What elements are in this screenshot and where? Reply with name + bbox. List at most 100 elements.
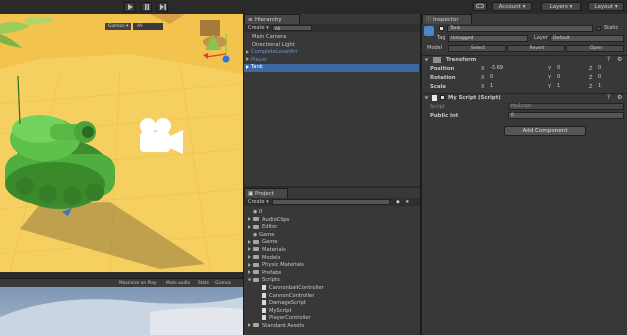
hierarchy-item-main-camera[interactable]: Main Camera: [252, 34, 417, 42]
project-toolbar: Create ▾ ◆ ★: [244, 198, 420, 206]
hierarchy-item-tank[interactable]: Tank: [244, 64, 419, 72]
layer-dropdown[interactable]: Default: [550, 35, 624, 42]
pause-icon: [144, 4, 149, 10]
project-create-dropdown[interactable]: Create ▾: [248, 198, 269, 206]
project-item[interactable]: Prefabs: [248, 270, 418, 278]
hierarchy-item-label: CompleteLevelArt: [251, 49, 298, 56]
settings-gear-icon[interactable]: ⚙: [617, 94, 622, 101]
script-icon: [262, 284, 266, 290]
position-y-field[interactable]: 0: [555, 65, 585, 72]
model-revert-button[interactable]: Revert: [507, 45, 565, 52]
layout-dropdown[interactable]: Layout ▾: [588, 2, 624, 11]
hierarchy-create-dropdown[interactable]: Create ▾: [248, 24, 269, 32]
play-button[interactable]: [124, 2, 135, 12]
step-icon: [159, 4, 166, 10]
project-item[interactable]: AudioClips: [248, 217, 418, 225]
layers-dropdown[interactable]: Layers ▾: [541, 2, 581, 11]
project-item[interactable]: DamageScript: [248, 300, 418, 308]
star-icon[interactable]: ★: [405, 198, 409, 206]
project-item-label: PlayerController: [269, 315, 311, 322]
hierarchy-tab[interactable]: ≡ Hierarchy: [244, 14, 300, 24]
scale-y-field[interactable]: 1: [555, 83, 585, 90]
rotation-x-label: X: [481, 75, 485, 81]
project-item[interactable]: Game: [248, 239, 418, 247]
panel-divider[interactable]: [420, 14, 422, 335]
project-panel: ▣ Project Create ▾ ◆ ★ ◉ 0 AudioClips Edit…: [244, 188, 420, 335]
hierarchy-create-label: Create: [248, 25, 265, 31]
game-view-render: [0, 297, 243, 335]
help-icon[interactable]: ?: [607, 56, 610, 63]
project-item[interactable]: Materials: [248, 247, 418, 255]
scale-z-field[interactable]: 1: [596, 83, 624, 90]
project-item[interactable]: Scripts: [247, 277, 418, 285]
inspector-panel: ⓘ Inspector Tank Static Tag Untagged Lay…: [422, 14, 627, 335]
hierarchy-search-input[interactable]: All: [272, 25, 312, 31]
scene-gizmos-dropdown[interactable]: Gizmos ▾: [105, 23, 132, 30]
expand-arrow-icon: [248, 217, 251, 222]
scale-label: Scale: [430, 84, 446, 90]
tag-dropdown[interactable]: Untagged: [448, 35, 528, 42]
main-toolbar: Account ▾ Layers ▾ Layout ▾: [0, 0, 627, 15]
project-item[interactable]: CannonController: [248, 292, 418, 301]
model-select-button[interactable]: Select: [448, 45, 506, 52]
expand-arrow-icon: [246, 57, 249, 62]
step-button[interactable]: [157, 2, 168, 12]
folder-icon: [253, 247, 259, 252]
inspector-tab[interactable]: ⓘ Inspector: [422, 14, 472, 24]
myscript-component-header[interactable]: My Script (Script) ? ⚙: [422, 93, 627, 103]
model-open-button[interactable]: Open: [566, 45, 624, 52]
account-dropdown[interactable]: Account ▾: [492, 2, 532, 11]
hierarchy-item-completelevelart[interactable]: CompleteLevelArt: [246, 49, 411, 57]
scale-x-field[interactable]: 1: [488, 83, 526, 90]
project-item[interactable]: CannonballController: [248, 284, 418, 293]
project-item[interactable]: Physic Materials: [248, 262, 418, 270]
project-tab[interactable]: ▣ Project: [244, 188, 288, 198]
project-item-label: Prefabs: [262, 269, 282, 276]
project-item[interactable]: ◉ 0: [248, 209, 418, 217]
transform-header[interactable]: Transform ? ⚙: [422, 55, 627, 65]
project-item[interactable]: PlayerController: [248, 315, 418, 323]
scene-search-field[interactable]: All: [133, 23, 163, 30]
folder-icon: [253, 217, 259, 222]
position-z-field[interactable]: 0: [596, 65, 624, 72]
scale-z-label: Z: [589, 84, 593, 90]
rotation-z-field[interactable]: 0: [596, 74, 624, 81]
project-create-label: Create: [248, 199, 265, 205]
panel-divider[interactable]: [243, 14, 244, 335]
rotation-x-field[interactable]: 0: [488, 74, 526, 81]
expand-arrow-icon: [247, 278, 252, 282]
expand-arrow-icon: [248, 262, 251, 267]
help-icon[interactable]: ?: [607, 94, 610, 101]
project-item-label: Models: [262, 254, 281, 261]
cloud-button[interactable]: [473, 2, 487, 11]
inspector-tab-label: Inspector: [433, 17, 459, 23]
layers-label: Layers: [549, 4, 568, 10]
hierarchy-item-directional-light[interactable]: Directional Light: [252, 42, 417, 50]
pause-button[interactable]: [141, 2, 152, 12]
scene-view[interactable]: Gizmos ▾ All: [0, 14, 243, 272]
project-tab-label: Project: [255, 191, 274, 197]
expand-arrow-icon: [248, 224, 251, 229]
project-item[interactable]: Standard Assets: [248, 323, 418, 331]
script-icon: [262, 292, 266, 298]
add-component-button[interactable]: Add Component: [504, 126, 586, 136]
collapse-arrow-icon: [424, 96, 429, 100]
active-checkbox[interactable]: [439, 26, 444, 31]
project-search-input[interactable]: [272, 199, 390, 205]
project-item[interactable]: ◉ Game: [248, 232, 418, 240]
expand-arrow-icon: [248, 270, 251, 275]
script-enabled-checkbox[interactable]: [440, 95, 445, 100]
position-x-field[interactable]: -3.69: [488, 65, 526, 72]
game-view[interactable]: [0, 287, 243, 335]
settings-gear-icon[interactable]: ⚙: [617, 56, 622, 63]
filter-icon[interactable]: ◆: [396, 198, 400, 206]
public-int-field[interactable]: 0: [508, 112, 624, 119]
static-checkbox[interactable]: [596, 26, 601, 31]
script-icon: [262, 315, 266, 321]
hierarchy-item-player[interactable]: Player: [246, 57, 411, 65]
project-item[interactable]: Models: [248, 255, 418, 263]
rotation-y-field[interactable]: 0: [555, 74, 585, 81]
project-item[interactable]: Editor: [248, 224, 418, 232]
object-name-field[interactable]: Tank: [447, 25, 593, 32]
project-item[interactable]: MyScript: [248, 307, 418, 316]
